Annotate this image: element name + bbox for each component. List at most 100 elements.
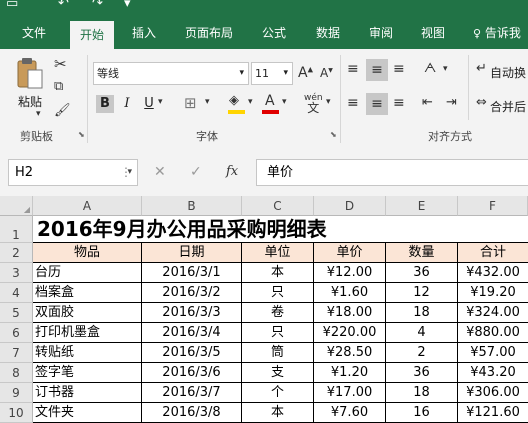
table-cell[interactable]: ¥57.00 [458,343,528,363]
table-cell[interactable]: 支 [242,363,314,383]
table-cell[interactable]: ¥220.00 [314,323,386,343]
table-cell[interactable]: 筒 [242,343,314,363]
table-cell[interactable]: ¥18.00 [314,303,386,323]
borders-icon[interactable]: ⊞ [184,94,197,112]
column-header[interactable]: B [142,196,242,216]
table-cell[interactable]: 18 [386,383,458,403]
table-cell[interactable]: 2016/3/5 [142,343,242,363]
table-cell[interactable]: 16 [386,403,458,423]
increase-font-size-button[interactable]: A▲ [298,65,313,81]
underline-dropdown-icon[interactable]: ▾ [158,97,163,107]
cut-icon[interactable]: ✂ [54,55,67,73]
align-right-icon[interactable]: ≡ [393,95,405,111]
redo-icon[interactable]: ↷ [92,0,103,11]
orientation-icon[interactable]: ᗅ [424,61,436,76]
column-header[interactable]: E [386,196,458,216]
tab-page-layout[interactable]: 页面布局 [185,17,233,49]
table-cell[interactable]: 2016/3/8 [142,403,242,423]
align-left-icon[interactable]: ≡ [347,95,359,111]
table-cell[interactable]: ¥121.60 [458,403,528,423]
header-cell[interactable]: 日期 [142,243,242,263]
align-bottom-icon[interactable]: ≡ [393,61,405,77]
merge-center-icon[interactable]: ⇔ [476,95,487,110]
align-middle-icon[interactable]: ≡ [366,59,388,81]
table-cell[interactable]: ¥306.00 [458,383,528,403]
fill-color-button[interactable]: ◈ [227,93,247,115]
table-cell[interactable]: 订书器 [33,383,142,403]
phonetic-guide-button[interactable]: wén 文 [304,93,323,115]
tell-me-search[interactable]: ♀ 告诉我 [473,17,521,49]
table-cell[interactable]: 只 [242,283,314,303]
bold-button[interactable]: B [96,95,114,113]
table-cell[interactable]: 36 [386,363,458,383]
table-cell[interactable]: 文件夹 [33,403,142,423]
table-cell[interactable]: 只 [242,323,314,343]
table-cell[interactable]: 12 [386,283,458,303]
column-header[interactable]: F [458,196,528,216]
row-header[interactable]: 5 [0,303,33,323]
table-cell[interactable]: 4 [386,323,458,343]
table-cell[interactable]: ¥1.20 [314,363,386,383]
insert-function-button[interactable]: fx [226,164,238,179]
tab-data[interactable]: 数据 [316,17,340,49]
table-cell[interactable]: ¥1.60 [314,283,386,303]
row-header[interactable]: 9 [0,383,33,403]
header-cell[interactable]: 数量 [386,243,458,263]
table-cell[interactable]: ¥7.60 [314,403,386,423]
row-header[interactable]: 1 [0,216,33,243]
tab-file[interactable]: 文件 [22,17,46,49]
table-cell[interactable]: 2016/3/7 [142,383,242,403]
table-cell[interactable]: 转贴纸 [33,343,142,363]
row-header[interactable]: 2 [0,243,33,263]
table-cell[interactable]: 2016/3/3 [142,303,242,323]
decrease-indent-icon[interactable]: ⇤ [422,95,433,110]
row-header[interactable]: 6 [0,323,33,343]
enter-icon[interactable]: ✓ [190,164,202,180]
table-cell[interactable]: ¥324.00 [458,303,528,323]
name-box[interactable]: H2 ▾ [8,159,138,186]
row-header[interactable]: 4 [0,283,33,303]
header-cell[interactable]: 单位 [242,243,314,263]
borders-dropdown-icon[interactable]: ▾ [205,97,210,107]
table-cell[interactable]: ¥19.20 [458,283,528,303]
table-cell[interactable]: ¥880.00 [458,323,528,343]
table-cell[interactable]: ¥28.50 [314,343,386,363]
header-cell[interactable]: 物品 [33,243,142,263]
format-painter-icon[interactable]: 🖌 [54,103,71,118]
copy-icon[interactable]: ⧉ [54,79,63,94]
tab-insert[interactable]: 插入 [132,17,156,49]
table-cell[interactable]: 2016/3/2 [142,283,242,303]
table-cell[interactable]: 双面胶 [33,303,142,323]
table-cell[interactable]: 2016/3/6 [142,363,242,383]
decrease-font-size-button[interactable]: A▼ [320,66,333,80]
row-header[interactable]: 7 [0,343,33,363]
increase-indent-icon[interactable]: ⇥ [446,95,457,110]
font-size-select[interactable]: 11 ▾ [251,62,293,85]
wrap-text-icon[interactable]: ↵ [476,61,487,76]
table-cell[interactable]: 个 [242,383,314,403]
font-color-dropdown-icon[interactable]: ▾ [282,97,287,107]
header-cell[interactable]: 单价 [314,243,386,263]
table-cell[interactable]: 2016/3/4 [142,323,242,343]
formula-input[interactable]: 单价 [256,159,528,186]
table-cell[interactable]: ¥432.00 [458,263,528,283]
font-name-select[interactable]: 等线 ▾ [93,62,249,85]
tab-view[interactable]: 视图 [421,17,445,49]
clipboard-launcher-icon[interactable]: ⬊ [78,130,85,139]
table-cell[interactable]: 台历 [33,263,142,283]
table-cell[interactable]: 36 [386,263,458,283]
font-color-button[interactable]: A [262,93,280,115]
phonetic-dropdown-icon[interactable]: ▾ [326,97,331,107]
table-cell[interactable]: 打印机墨盒 [33,323,142,343]
select-all-corner[interactable]: ◢ [0,196,33,216]
italic-button[interactable]: I [118,95,136,113]
align-center-icon[interactable]: ≡ [366,93,388,115]
table-cell[interactable]: 本 [242,263,314,283]
column-header[interactable]: D [314,196,386,216]
column-header[interactable]: C [242,196,314,216]
row-header[interactable]: 8 [0,363,33,383]
header-cell[interactable]: 合计 [458,243,528,263]
column-header[interactable]: A [33,196,142,216]
table-cell[interactable]: 18 [386,303,458,323]
table-cell[interactable]: ¥12.00 [314,263,386,283]
